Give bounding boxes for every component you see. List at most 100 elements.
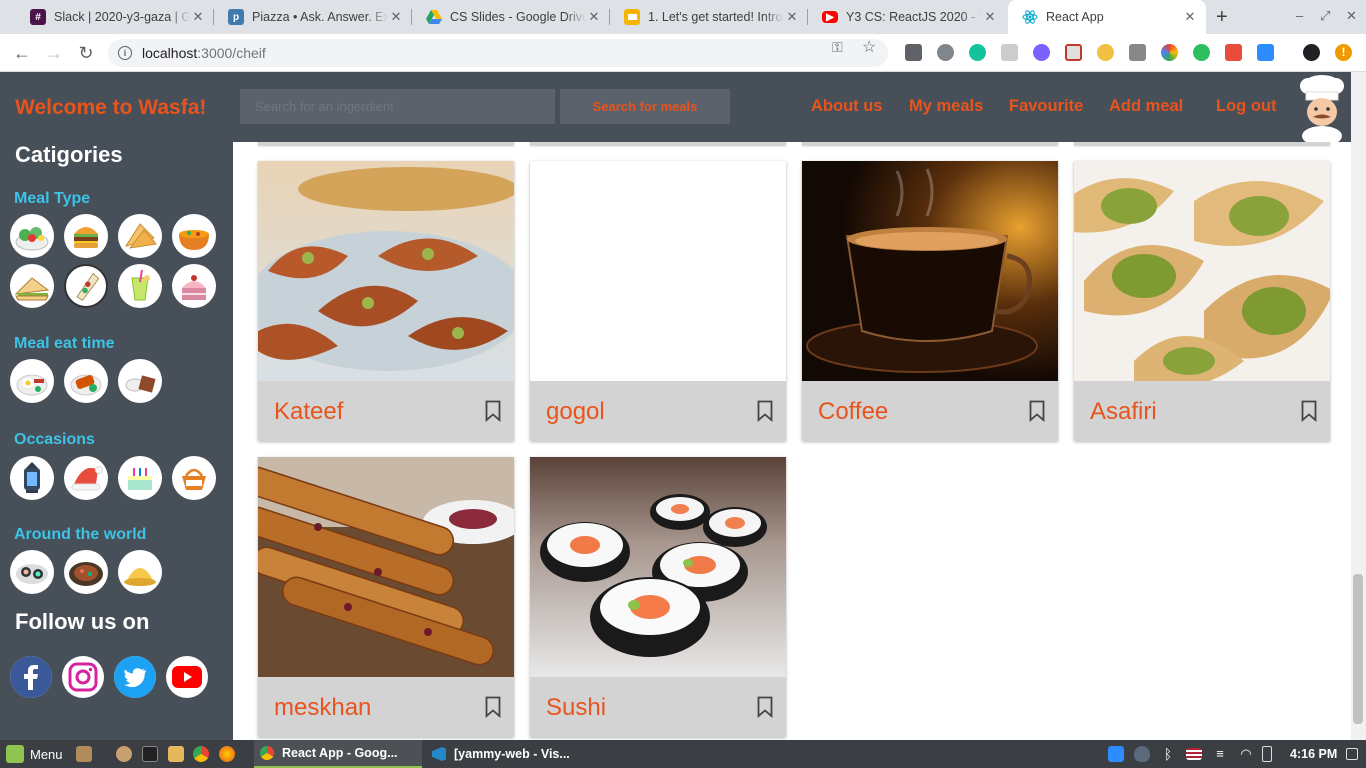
info-icon[interactable]: i xyxy=(118,46,132,60)
extension-color-icon[interactable] xyxy=(1161,44,1178,61)
meal-image-placeholder[interactable] xyxy=(530,161,786,381)
browser-tab[interactable]: ▶ Y3 CS: ReactJS 2020 - Yo ✕ xyxy=(808,0,1006,34)
grammarly-icon[interactable] xyxy=(969,44,986,61)
kateef-image[interactable] xyxy=(258,161,514,381)
lunch-icon[interactable] xyxy=(64,359,108,403)
dinner-icon[interactable] xyxy=(118,359,162,403)
browser-tab[interactable]: 1. Let's get started! Intro ✕ xyxy=(610,0,808,34)
bluetooth-icon[interactable]: ᛒ xyxy=(1160,746,1176,762)
update-alert-icon[interactable]: ! xyxy=(1335,44,1352,61)
chrome-icon[interactable] xyxy=(193,746,209,762)
sushi-icon[interactable] xyxy=(10,550,54,594)
extension-red-icon[interactable] xyxy=(1225,44,1242,61)
extension-ex-icon[interactable] xyxy=(1001,44,1018,61)
nav-add-meal[interactable]: Add meal xyxy=(1109,97,1183,116)
battery-icon[interactable] xyxy=(1262,746,1272,762)
wrap-icon[interactable] xyxy=(64,264,108,308)
chef-avatar[interactable] xyxy=(1294,72,1350,142)
meal-name[interactable]: Asafiri xyxy=(1090,398,1157,426)
meal-card[interactable]: meskhan xyxy=(258,457,514,737)
disk-icon[interactable] xyxy=(116,746,132,762)
coffee-image[interactable] xyxy=(802,161,1058,381)
bookmark-icon[interactable] xyxy=(485,696,501,718)
extension-stripe-icon[interactable] xyxy=(1033,44,1050,61)
profile-avatar[interactable] xyxy=(1303,44,1320,61)
close-icon[interactable]: ✕ xyxy=(1182,9,1198,25)
close-icon[interactable]: ✕ xyxy=(784,9,800,25)
ramadan-lantern-icon[interactable] xyxy=(10,456,54,500)
browser-tab[interactable]: p Piazza • Ask. Answer. Ex ✕ xyxy=(214,0,412,34)
bookmark-icon[interactable] xyxy=(757,696,773,718)
extension-face-icon[interactable] xyxy=(1097,44,1114,61)
nav-my-meals[interactable]: My meals xyxy=(909,97,983,116)
asafiri-image[interactable] xyxy=(1074,161,1330,381)
facebook-icon[interactable] xyxy=(10,656,52,698)
youtube-social-icon[interactable] xyxy=(166,656,208,698)
brand-title[interactable]: Welcome to Wasfa! xyxy=(15,96,206,120)
meal-name[interactable]: gogol xyxy=(546,398,605,426)
minimize-icon[interactable]: – xyxy=(1296,8,1303,23)
burger-icon[interactable] xyxy=(64,214,108,258)
drink-icon[interactable] xyxy=(118,264,162,308)
nav-about-us[interactable]: About us xyxy=(811,97,883,116)
bookmark-icon[interactable] xyxy=(1301,400,1317,422)
meal-name[interactable]: Sushi xyxy=(546,694,606,722)
new-tab-button[interactable]: + xyxy=(1216,6,1228,29)
soup-icon[interactable] xyxy=(172,214,216,258)
us-flag-icon[interactable] xyxy=(1186,748,1202,760)
nav-favourite[interactable]: Favourite xyxy=(1009,97,1083,116)
taskbar-window-vscode[interactable]: [yammy-web - Vis... xyxy=(426,740,594,768)
firefox-icon[interactable] xyxy=(219,746,235,762)
back-icon[interactable]: ← xyxy=(10,41,34,65)
terminal-icon[interactable] xyxy=(142,746,158,762)
zoom-icon[interactable] xyxy=(1257,44,1274,61)
menu-button[interactable]: Menu xyxy=(6,740,63,768)
eid-basket-icon[interactable] xyxy=(172,456,216,500)
browser-tab[interactable]: # Slack | 2020-y3-gaza | G ✕ xyxy=(16,0,214,34)
close-icon[interactable]: ✕ xyxy=(982,9,998,25)
star-icon[interactable]: ☆ xyxy=(862,37,876,57)
search-button[interactable]: Search for meals xyxy=(560,89,730,124)
evernote-icon[interactable] xyxy=(1193,44,1210,61)
cake-icon[interactable] xyxy=(172,264,216,308)
sandwich-roll-icon[interactable] xyxy=(118,214,162,258)
meal-card[interactable]: Kateef xyxy=(258,161,514,441)
show-desktop-icon[interactable] xyxy=(1346,748,1358,760)
nav-log-out[interactable]: Log out xyxy=(1216,97,1276,116)
extension-calendar-icon[interactable] xyxy=(1065,44,1082,61)
meal-card[interactable]: Asafiri xyxy=(1074,161,1330,441)
address-bar[interactable]: i localhost:3000/cheif xyxy=(108,39,888,67)
key-icon[interactable]: ⚿ xyxy=(832,39,843,56)
bookmark-icon[interactable] xyxy=(757,400,773,422)
birthday-cake-icon[interactable] xyxy=(118,456,162,500)
network-icon[interactable]: ≡ xyxy=(1212,746,1228,762)
shield-icon[interactable] xyxy=(1134,746,1150,762)
breakfast-icon[interactable] xyxy=(10,359,54,403)
close-icon[interactable]: ✕ xyxy=(388,9,404,25)
meskhan-image[interactable] xyxy=(258,457,514,677)
camera-icon[interactable] xyxy=(1129,44,1146,61)
christmas-hat-icon[interactable] xyxy=(64,456,108,500)
extension-chat-icon[interactable] xyxy=(937,44,954,61)
asian-dish-icon[interactable] xyxy=(64,550,108,594)
folder-icon[interactable] xyxy=(168,746,184,762)
sushi-image[interactable] xyxy=(530,457,786,677)
restore-icon[interactable]: ⤢ xyxy=(1320,8,1330,24)
reload-icon[interactable]: ↻ xyxy=(74,41,98,65)
file-manager-icon[interactable] xyxy=(76,746,92,762)
instagram-icon[interactable] xyxy=(62,656,104,698)
zoom-tray-icon[interactable] xyxy=(1108,746,1124,762)
clock[interactable]: 4:16 PM xyxy=(1290,740,1337,768)
browser-tab-active[interactable]: React App ✕ xyxy=(1008,0,1206,34)
taskbar-window-chrome[interactable]: React App - Goog... xyxy=(254,740,422,768)
close-icon[interactable]: ✕ xyxy=(586,9,602,25)
twitter-icon[interactable] xyxy=(114,656,156,698)
extension-s-icon[interactable] xyxy=(905,44,922,61)
meal-card[interactable]: gogol xyxy=(530,161,786,441)
sandwich-icon[interactable] xyxy=(10,264,54,308)
close-window-icon[interactable]: ✕ xyxy=(1346,8,1357,24)
scrollbar-thumb[interactable] xyxy=(1353,574,1363,724)
meal-name[interactable]: Kateef xyxy=(274,398,343,426)
meal-card[interactable]: Coffee xyxy=(802,161,1058,441)
browser-tab[interactable]: CS Slides - Google Drive ✕ xyxy=(412,0,610,34)
